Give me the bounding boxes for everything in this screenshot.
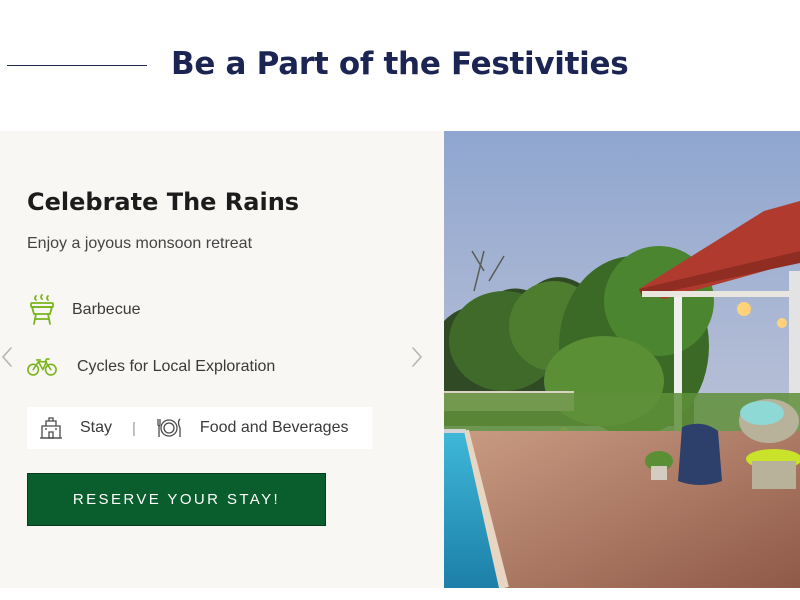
feature-label: Cycles for Local Exploration	[77, 358, 276, 375]
amenities-bar: Stay | Food and Beverages	[27, 407, 372, 449]
amenity-separator: |	[132, 419, 136, 437]
feature-cycles: Cycles for Local Exploration	[27, 350, 275, 384]
amenity-food-label: Food and Beverages	[199, 419, 349, 436]
offer-subtitle: Enjoy a joyous monsoon retreat	[27, 235, 253, 252]
festivities-section: Be a Part of the Festivities Celebrate T…	[0, 0, 800, 600]
feature-barbecue: Barbecue	[27, 293, 141, 327]
chevron-right-icon	[411, 346, 423, 373]
section-title: Be a Part of the Festivities	[171, 46, 629, 82]
reserve-stay-button[interactable]: RESERVE YOUR STAY!	[27, 473, 326, 526]
dining-icon	[156, 416, 182, 440]
chevron-left-icon	[1, 346, 13, 373]
feature-label: Barbecue	[72, 301, 141, 318]
hotel-icon	[39, 416, 63, 440]
section-header: Be a Part of the Festivities	[0, 40, 800, 90]
offer-title: Celebrate The Rains	[27, 188, 300, 216]
heading-divider-line	[7, 65, 147, 66]
carousel-prev-button[interactable]	[0, 346, 14, 372]
amenity-stay-label: Stay	[80, 419, 113, 436]
grill-icon	[27, 293, 57, 327]
offer-panel: Celebrate The Rains Enjoy a joyous monso…	[0, 131, 444, 588]
bicycle-icon	[27, 350, 57, 384]
carousel-next-button[interactable]	[410, 346, 424, 372]
offer-photo	[444, 131, 800, 588]
